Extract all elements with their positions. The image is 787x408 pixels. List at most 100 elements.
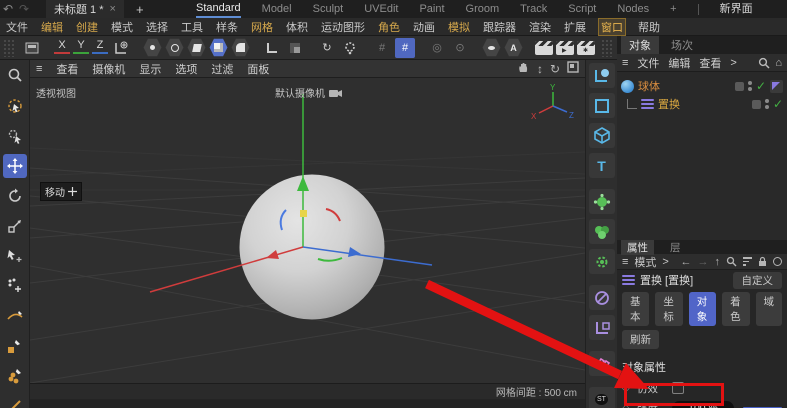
viewport-menu-filter[interactable]: 过滤: [211, 61, 233, 77]
workspace-tab-model[interactable]: Model: [262, 1, 292, 17]
rectangle-spline-icon[interactable]: [588, 93, 615, 118]
search-icon[interactable]: [726, 256, 737, 267]
menu-render[interactable]: 渲染: [529, 19, 551, 35]
render-settings-button[interactable]: ✱: [577, 40, 595, 55]
scale-tool[interactable]: [3, 214, 27, 238]
mode-menu[interactable]: 模式: [634, 254, 656, 270]
workspace-tab-nodes[interactable]: Nodes: [617, 1, 649, 17]
null-axis-icon[interactable]: [588, 315, 615, 340]
document-tab[interactable]: 未标题 1 * ×: [46, 0, 124, 18]
toolbar-grip-right[interactable]: [601, 38, 614, 57]
workspace-tab-track[interactable]: Track: [520, 1, 547, 17]
x-axis-lock-button[interactable]: X: [54, 39, 70, 57]
volume-builder-icon[interactable]: [588, 219, 615, 244]
enable-axis-button[interactable]: [262, 38, 282, 58]
viewport-menu-panel[interactable]: 面板: [247, 61, 269, 77]
viewport-perspective[interactable]: 透视视图 默认摄像机 移动 Y X Z: [30, 78, 585, 383]
workspace-tab-standard[interactable]: Standard: [196, 0, 241, 18]
viewport-menu-camera[interactable]: 摄像机: [92, 61, 125, 77]
tree-row-displacer[interactable]: 置换 ✓: [621, 95, 783, 113]
search-icon[interactable]: [758, 57, 770, 69]
menu-edit[interactable]: 编辑: [41, 19, 63, 35]
tab-refresh[interactable]: 刷新: [622, 330, 659, 349]
move-tool[interactable]: [2, 154, 27, 178]
tab-falloff[interactable]: 域: [755, 292, 782, 326]
object-hamburger-icon[interactable]: ≡: [622, 57, 628, 69]
up-icon[interactable]: ↑: [715, 256, 721, 268]
object-menu-edit[interactable]: 编辑: [668, 55, 690, 71]
orbit-view-icon[interactable]: ↻: [550, 62, 560, 76]
rotate-tool[interactable]: [3, 184, 27, 208]
spline-arc-tool[interactable]: [3, 364, 27, 388]
tab-object[interactable]: 对象: [688, 292, 717, 326]
add-document-button[interactable]: +: [136, 2, 144, 17]
layer-chip[interactable]: [734, 81, 744, 91]
undo-icon[interactable]: ↶: [0, 0, 16, 18]
menu-help[interactable]: 帮助: [638, 19, 660, 35]
forward-icon[interactable]: →: [698, 256, 709, 268]
menu-animate[interactable]: 动画: [413, 19, 435, 35]
field-icon[interactable]: [588, 285, 615, 310]
visibility-dots[interactable]: [764, 99, 769, 109]
pan-icon[interactable]: [517, 61, 530, 77]
history-icon[interactable]: [773, 257, 782, 266]
workplane-lock-icon[interactable]: [111, 38, 131, 58]
back-icon[interactable]: ←: [681, 256, 692, 268]
strength-input[interactable]: 100 %: [672, 400, 734, 408]
object-menu-view[interactable]: 查看: [699, 55, 721, 71]
tab-attributes[interactable]: 属性: [621, 239, 654, 255]
menu-simulate[interactable]: 模拟: [448, 19, 470, 35]
tab-layers[interactable]: 层: [664, 240, 687, 255]
deformer-icon[interactable]: [588, 249, 615, 274]
spline-pen-icon[interactable]: [588, 63, 615, 88]
enable-check-icon[interactable]: ✓: [773, 97, 783, 111]
object-menu-more[interactable]: >: [730, 57, 736, 69]
workspace-tab-uvedit[interactable]: UVEdit: [364, 1, 398, 17]
enable-check-icon[interactable]: ✓: [756, 79, 766, 93]
workspace-tab-sculpt[interactable]: Sculpt: [313, 1, 344, 17]
render-picture-viewer-button[interactable]: ▶: [556, 40, 574, 55]
viewport-menu-options[interactable]: 选项: [175, 61, 197, 77]
cube-primitive-icon[interactable]: [588, 123, 615, 148]
modeling-settings-button[interactable]: [340, 38, 360, 58]
target-icon[interactable]: ◎: [427, 38, 447, 58]
multi-move-tool[interactable]: [3, 274, 27, 298]
y-axis-lock-button[interactable]: Y: [73, 39, 89, 57]
menu-file[interactable]: 文件: [6, 19, 28, 35]
menu-extensions[interactable]: 扩展: [564, 19, 586, 35]
menu-mode[interactable]: 模式: [111, 19, 133, 35]
phong-tag-icon[interactable]: [770, 79, 783, 93]
points-mode-button[interactable]: [143, 38, 162, 57]
object-menu-file[interactable]: 文件: [637, 55, 659, 71]
transform-tool[interactable]: [3, 244, 27, 268]
layer-chip[interactable]: [751, 99, 761, 109]
menu-create[interactable]: 创建: [76, 19, 98, 35]
tab-basic[interactable]: 基本: [622, 292, 650, 326]
lock-icon[interactable]: [758, 256, 767, 267]
tweak-tool[interactable]: [3, 124, 27, 148]
menu-mograph[interactable]: 运动图形: [321, 19, 365, 35]
workspace-tab-groom[interactable]: Groom: [466, 1, 500, 17]
render-view-button[interactable]: [535, 40, 553, 55]
tab-objects[interactable]: 对象: [621, 36, 659, 54]
viewport-menu-display[interactable]: 显示: [139, 61, 161, 77]
close-tab-icon[interactable]: ×: [110, 3, 116, 15]
home-icon[interactable]: ⌂: [775, 57, 782, 69]
emulation-checkbox[interactable]: [672, 382, 684, 394]
workplane-button[interactable]: [285, 38, 305, 58]
redo-icon[interactable]: ↷: [16, 0, 32, 18]
menu-spline[interactable]: 样条: [216, 19, 238, 35]
menu-window[interactable]: 窗口: [598, 17, 626, 36]
menu-tools[interactable]: 工具: [181, 19, 203, 35]
live-selection-tool[interactable]: [3, 94, 27, 118]
menu-tracker[interactable]: 跟踪器: [483, 19, 516, 35]
chevron-right-icon[interactable]: >: [662, 256, 668, 268]
instance-icon[interactable]: [588, 351, 615, 376]
attributes-hamburger-icon[interactable]: ≡: [622, 256, 628, 268]
keyframe-diamond-icon[interactable]: ◇: [622, 383, 632, 394]
center-icon[interactable]: ⊙: [450, 38, 470, 58]
toolbar-grip[interactable]: [3, 38, 16, 57]
snap-button[interactable]: #: [372, 38, 392, 58]
pencil-tool[interactable]: [3, 394, 27, 408]
quantize-snap-button[interactable]: #: [395, 37, 415, 58]
